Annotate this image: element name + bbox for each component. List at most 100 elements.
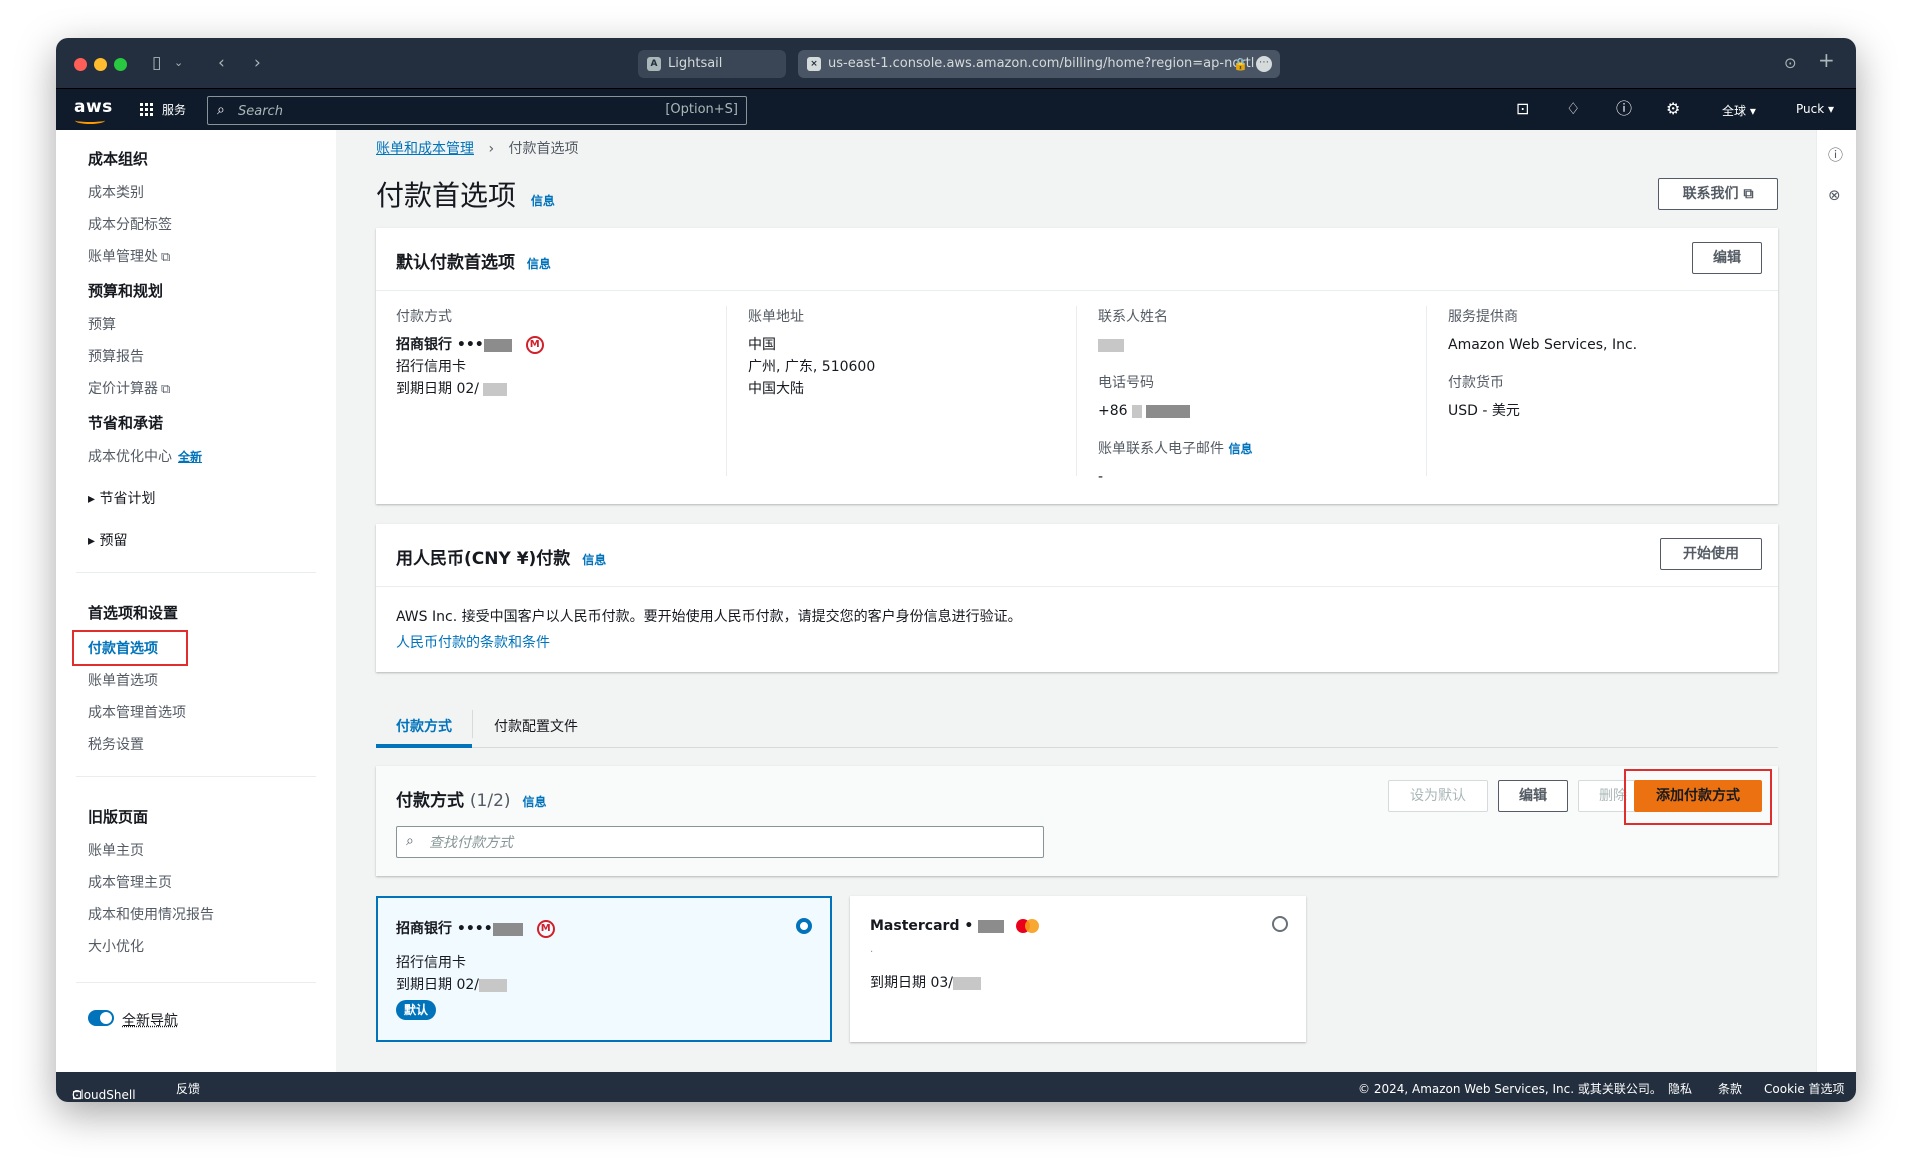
- new-tab-icon[interactable]: +: [1818, 50, 1835, 70]
- edit-payment-method-button[interactable]: 编辑: [1498, 780, 1568, 812]
- sidebar-item-cost-categories[interactable]: 成本类别: [88, 182, 144, 202]
- breadcrumb: 账单和成本管理 › 付款首选项: [376, 138, 579, 158]
- payment-methods-search-input[interactable]: [429, 833, 1029, 853]
- billing-address-line2: 广州, 广东, 510600: [748, 359, 876, 375]
- back-icon[interactable]: ‹: [218, 53, 225, 73]
- payment-tabs: 付款方式 付款配置文件: [376, 702, 1778, 748]
- contact-us-button[interactable]: 联系我们 ⧉: [1658, 178, 1778, 210]
- payment-methods-search[interactable]: ⌕: [396, 826, 1044, 858]
- lightsail-favicon-icon: A: [647, 57, 661, 71]
- sidebar-item-pricing-calculator[interactable]: 定价计算器 ⧉: [88, 378, 170, 398]
- add-payment-method-button[interactable]: 添加付款方式: [1634, 780, 1762, 812]
- utility-rail: ⓘ ⊗: [1816, 130, 1856, 1072]
- cny-terms-link[interactable]: 人民币付款的条款和条件: [396, 632, 550, 652]
- card-select-radio[interactable]: [796, 918, 812, 934]
- cloudshell-icon[interactable]: ⊡: [1516, 100, 1529, 118]
- sidebar-item-billing-conductor[interactable]: 账单管理处 ⧉: [88, 246, 170, 266]
- tab-title: Lightsail: [668, 56, 723, 71]
- chevron-down-icon[interactable]: ⌄: [174, 53, 183, 73]
- sidebar-section-preferences-settings: 首选项和设置: [88, 604, 179, 622]
- payment-card-mastercard[interactable]: Mastercard • . 到期日期 03/: [850, 896, 1306, 1042]
- services-menu-button[interactable]: 服务: [140, 101, 186, 118]
- sidebar-item-budgets[interactable]: 预算: [88, 314, 116, 334]
- privacy-link[interactable]: 隐私: [1668, 1080, 1692, 1097]
- default-prefs-title: 默认付款首选项 信息: [396, 253, 551, 273]
- billing-sidebar: 成本组织 成本类别 成本分配标签 账单管理处 ⧉ 预算和规划 预算 预算报告 定价…: [56, 130, 336, 1072]
- notifications-bell-icon[interactable]: ♢: [1566, 100, 1580, 118]
- sidebar-section-legacy-pages: 旧版页面: [88, 808, 149, 826]
- billing-email-info-link[interactable]: 信息: [1228, 442, 1252, 456]
- address-bar-url[interactable]: us-east-1.console.aws.amazon.com/billing…: [828, 56, 1254, 71]
- set-default-button[interactable]: 设为默认: [1388, 780, 1488, 812]
- sidebar-item-cost-usage-reports[interactable]: 成本和使用情况报告: [88, 904, 214, 924]
- payment-method-card-type: 招行信用卡: [396, 359, 466, 375]
- card-select-radio[interactable]: [1272, 916, 1288, 932]
- browser-tab-lightsail[interactable]: A Lightsail: [638, 50, 786, 78]
- sidebar-toggle-icon[interactable]: ▯: [152, 53, 161, 73]
- minimize-window-button[interactable]: [94, 58, 107, 71]
- breadcrumb-billing-cost-management[interactable]: 账单和成本管理: [376, 141, 474, 157]
- shield-icon[interactable]: ⊗: [1828, 186, 1841, 204]
- masked-phone-number: [1146, 404, 1191, 418]
- card-name: Mastercard •: [870, 918, 1040, 934]
- tab-payment-methods[interactable]: 付款方式: [396, 716, 452, 736]
- more-options-icon[interactable]: ⋯: [1256, 56, 1272, 72]
- card-expiry: 到期日期 02/: [396, 974, 507, 994]
- sidebar-item-billing-preferences[interactable]: 账单首选项: [88, 670, 158, 690]
- cny-info-link[interactable]: 信息: [582, 553, 606, 567]
- browser-window: ▯ ⌄ ‹ › A Lightsail × us-east-1.console.…: [56, 38, 1856, 1102]
- new-navigation-toggle[interactable]: [88, 1010, 114, 1026]
- browser-tab-billing[interactable]: × us-east-1.console.aws.amazon.com/billi…: [798, 50, 1280, 78]
- sidebar-item-cost-management-home[interactable]: 成本管理主页: [88, 872, 172, 892]
- sidebar-item-rightsizing[interactable]: 大小优化: [88, 936, 144, 956]
- global-search[interactable]: ⌕ [Option+S]: [207, 96, 747, 125]
- active-tab-indicator: [376, 744, 472, 748]
- feedback-link[interactable]: 反馈: [176, 1080, 200, 1097]
- payment-card-cmb[interactable]: 招商银行 •••• M 招行信用卡 到期日期 02/ 默认: [376, 896, 832, 1042]
- sidebar-item-cost-optimization-hub[interactable]: 成本优化中心 全新: [88, 446, 202, 466]
- maximize-window-button[interactable]: [114, 58, 127, 71]
- tab-divider: [472, 710, 473, 738]
- external-link-icon: ⧉: [1743, 186, 1754, 202]
- info-panel-icon[interactable]: ⓘ: [1828, 144, 1843, 165]
- get-started-button[interactable]: 开始使用: [1660, 538, 1762, 570]
- sidebar-item-reservations[interactable]: ▸ 预留: [88, 530, 127, 550]
- payment-methods-info-link[interactable]: 信息: [522, 795, 546, 809]
- billing-address-line1: 中国: [748, 337, 776, 353]
- payment-methods-panel: 付款方式 (1/2) 信息 设为默认 编辑 删除 添加付款方式 ⌕: [376, 766, 1778, 876]
- contact-column: 联系人姓名 电话号码 +86 账单联系人电子邮件 信息 -: [1098, 306, 1438, 488]
- payment-method-bank: 招商银行 ••• M: [396, 334, 736, 356]
- forward-icon[interactable]: ›: [254, 53, 261, 73]
- aws-logo[interactable]: aws: [74, 97, 113, 124]
- page-info-link[interactable]: 信息: [531, 194, 555, 208]
- phone-value: +86: [1098, 400, 1438, 422]
- account-menu[interactable]: Puck ▾: [1796, 102, 1834, 116]
- edit-default-prefs-button[interactable]: 编辑: [1692, 242, 1762, 274]
- close-window-button[interactable]: [74, 58, 87, 71]
- sidebar-item-budget-reports[interactable]: 预算报告: [88, 346, 144, 366]
- sidebar-item-cost-management-preferences[interactable]: 成本管理首选项: [88, 702, 186, 722]
- sidebar-item-payment-preferences[interactable]: 付款首选项: [88, 638, 158, 658]
- sidebar-item-tax-settings[interactable]: 税务设置: [88, 734, 144, 754]
- sidebar-item-savings-plans[interactable]: ▸ 节省计划: [88, 488, 155, 508]
- card-type: 招行信用卡: [396, 955, 466, 971]
- global-search-input[interactable]: [238, 101, 638, 121]
- masked-expiry: [478, 978, 507, 992]
- new-navigation-label[interactable]: 全新导航: [122, 1010, 178, 1030]
- settings-gear-icon[interactable]: ⚙: [1666, 100, 1680, 118]
- download-icon[interactable]: ⊙: [1784, 53, 1797, 73]
- masked-phone-part: [1132, 404, 1142, 418]
- sidebar-item-bills-home[interactable]: 账单主页: [88, 840, 144, 860]
- card-name: 招商银行 •••• M: [396, 918, 555, 938]
- cookie-preferences-link[interactable]: Cookie 首选项: [1764, 1080, 1845, 1097]
- cny-description: AWS Inc. 接受中国客户以人民币付款。要开始使用人民币付款，请提交您的客户…: [396, 609, 1022, 625]
- sidebar-divider: [76, 572, 316, 573]
- region-selector[interactable]: 全球 ▾: [1722, 102, 1756, 119]
- help-icon[interactable]: ⓘ: [1616, 100, 1632, 118]
- default-prefs-info-link[interactable]: 信息: [527, 257, 551, 271]
- payment-method-column: 付款方式 招商银行 ••• M 招行信用卡 到期日期 02/: [396, 306, 736, 400]
- terms-link[interactable]: 条款: [1718, 1080, 1742, 1097]
- sidebar-item-cost-allocation-tags[interactable]: 成本分配标签: [88, 214, 172, 234]
- column-divider: [1076, 306, 1077, 476]
- tab-payment-profiles[interactable]: 付款配置文件: [494, 716, 578, 736]
